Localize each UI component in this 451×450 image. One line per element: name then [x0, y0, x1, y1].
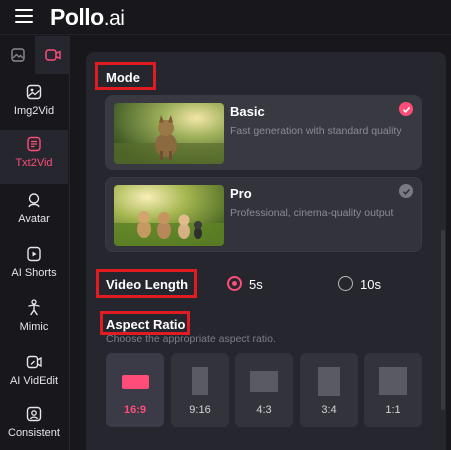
tab-image[interactable]	[0, 36, 35, 74]
mode-option-title: Pro	[230, 186, 252, 201]
mode-label: Mode	[106, 70, 140, 85]
sidebar-item-label: AI VidEdit	[9, 375, 59, 387]
ratio-option-label: 1:1	[385, 404, 401, 416]
mimic-icon	[28, 299, 40, 316]
video-edit-icon	[26, 355, 42, 369]
sidebar-item-avatar[interactable]: Avatar	[0, 186, 68, 238]
ratio-option-9-16[interactable]: 9:16	[171, 353, 229, 427]
sidebar-item-label: Img2Vid	[13, 105, 55, 117]
sidebar-item-ai-videdit[interactable]: AI VidEdit	[0, 348, 68, 400]
mode-option-title: Basic	[230, 104, 265, 119]
consistent-icon	[26, 406, 42, 422]
top-bar: Pollo.ai	[0, 0, 451, 35]
basic-thumbnail	[114, 103, 224, 164]
image-icon	[10, 48, 25, 62]
sidebar-item-ai-shorts[interactable]: AI Shorts	[0, 240, 68, 292]
radio-10s[interactable]	[338, 276, 353, 291]
sidebar-item-label: AI Shorts	[11, 267, 57, 279]
ratio-1-1-shape	[379, 367, 407, 395]
radio-10s-label[interactable]: 10s	[360, 277, 381, 292]
sidebar: Img2Vid Txt2Vid Avatar AI Shorts Mimic A…	[0, 36, 70, 450]
check-icon	[399, 184, 413, 198]
shorts-icon	[27, 246, 41, 262]
logo[interactable]: Pollo.ai	[50, 4, 125, 31]
mode-option-description: Fast generation with standard quality	[230, 125, 402, 137]
ratio-option-3-4[interactable]: 3:4	[300, 353, 358, 427]
sidebar-item-label: Consistent	[8, 427, 60, 439]
image-to-video-icon	[26, 84, 42, 100]
aspect-ratio-label: Aspect Ratio	[106, 317, 186, 332]
ratio-9-16-shape	[192, 367, 208, 395]
sidebar-item-consistent[interactable]: Consistent	[0, 400, 68, 450]
video-length-label: Video Length	[106, 277, 189, 292]
check-icon	[399, 102, 413, 116]
ratio-16-9-shape	[122, 375, 149, 389]
ratio-3-4-shape	[318, 367, 340, 396]
radio-5s-label[interactable]: 5s	[249, 277, 263, 292]
mode-option-pro[interactable]: Pro Professional, cinema-quality output	[105, 177, 422, 252]
tab-video[interactable]	[35, 36, 70, 74]
ratio-option-1-1[interactable]: 1:1	[364, 353, 422, 427]
sidebar-item-img2vid[interactable]: Img2Vid	[0, 78, 68, 130]
ratio-option-label: 16:9	[123, 404, 147, 416]
mode-option-description: Professional, cinema-quality output	[230, 207, 394, 219]
ratio-4-3-shape	[250, 371, 278, 392]
scrollbar[interactable]	[441, 230, 445, 410]
ratio-option-4-3[interactable]: 4:3	[235, 353, 293, 427]
video-icon	[44, 49, 61, 61]
ratio-option-label: 3:4	[321, 404, 337, 416]
sidebar-item-mimic[interactable]: Mimic	[0, 294, 68, 346]
menu-icon[interactable]	[15, 9, 33, 23]
mode-option-basic[interactable]: Basic Fast generation with standard qual…	[105, 95, 422, 170]
avatar-icon	[28, 193, 40, 208]
logo-suffix: .ai	[103, 7, 125, 30]
ratio-option-label: 9:16	[189, 404, 211, 416]
sidebar-item-label: Mimic	[19, 321, 49, 333]
logo-main: Pollo	[50, 4, 104, 30]
pro-thumbnail	[114, 185, 224, 246]
sidebar-item-label: Txt2Vid	[15, 157, 53, 169]
sidebar-tabs	[0, 36, 70, 74]
ratio-option-16-9[interactable]: 16:9	[106, 353, 164, 427]
text-to-video-icon	[27, 136, 41, 152]
radio-5s[interactable]	[227, 276, 242, 291]
aspect-ratio-hint: Choose the appropriate aspect ratio.	[106, 333, 276, 345]
sidebar-item-label: Avatar	[18, 213, 50, 225]
sidebar-item-txt2vid[interactable]: Txt2Vid	[0, 130, 68, 184]
ratio-option-label: 4:3	[256, 404, 272, 416]
